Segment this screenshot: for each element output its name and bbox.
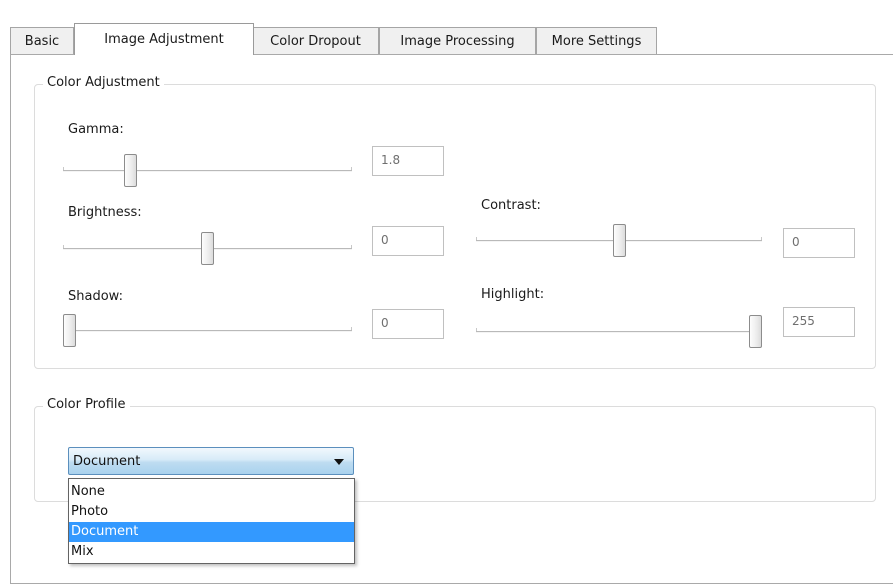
highlight-slider-thumb[interactable] bbox=[749, 315, 762, 348]
brightness-slider-thumb[interactable] bbox=[201, 232, 214, 265]
gamma-label: Gamma: bbox=[68, 122, 124, 137]
gamma-value-field[interactable]: 1.8 bbox=[372, 146, 444, 176]
brightness-value-field[interactable]: 0 bbox=[372, 226, 444, 256]
chevron-down-icon[interactable] bbox=[334, 459, 344, 465]
tab-image-adjustment[interactable]: Image Adjustment bbox=[74, 23, 254, 55]
highlight-value-field[interactable]: 255 bbox=[783, 307, 855, 337]
dropdown-option-none[interactable]: None bbox=[69, 482, 354, 502]
dropdown-option-document[interactable]: Document bbox=[69, 522, 354, 542]
group-title: Color Adjustment bbox=[43, 75, 164, 90]
color-profile-select[interactable]: Document bbox=[68, 447, 354, 475]
brightness-slider[interactable] bbox=[63, 232, 352, 265]
tab-basic[interactable]: Basic bbox=[10, 27, 74, 54]
contrast-value-field[interactable]: 0 bbox=[783, 228, 855, 258]
tab-strip: Basic Image Adjustment Color Dropout Ima… bbox=[10, 23, 893, 55]
dropdown-option-photo[interactable]: Photo bbox=[69, 502, 354, 522]
highlight-label: Highlight: bbox=[481, 287, 545, 302]
color-profile-dropdown-list: None Photo Document Mix bbox=[68, 478, 355, 564]
contrast-slider[interactable] bbox=[476, 224, 762, 257]
shadow-slider[interactable] bbox=[63, 314, 352, 347]
tab-color-dropout[interactable]: Color Dropout bbox=[252, 27, 379, 54]
shadow-slider-thumb[interactable] bbox=[63, 314, 76, 347]
brightness-label: Brightness: bbox=[68, 205, 142, 220]
highlight-slider[interactable] bbox=[476, 315, 762, 348]
shadow-label: Shadow: bbox=[68, 289, 123, 304]
gamma-slider-thumb[interactable] bbox=[124, 154, 137, 187]
dropdown-option-mix[interactable]: Mix bbox=[69, 542, 354, 562]
contrast-slider-thumb[interactable] bbox=[613, 224, 626, 257]
gamma-slider[interactable] bbox=[63, 154, 352, 187]
shadow-value-field[interactable]: 0 bbox=[372, 309, 444, 339]
color-profile-selected-value: Document bbox=[73, 454, 141, 469]
group-title: Color Profile bbox=[43, 397, 130, 412]
tab-more-settings[interactable]: More Settings bbox=[536, 27, 657, 54]
tab-image-processing[interactable]: Image Processing bbox=[379, 27, 536, 54]
contrast-label: Contrast: bbox=[481, 198, 541, 213]
